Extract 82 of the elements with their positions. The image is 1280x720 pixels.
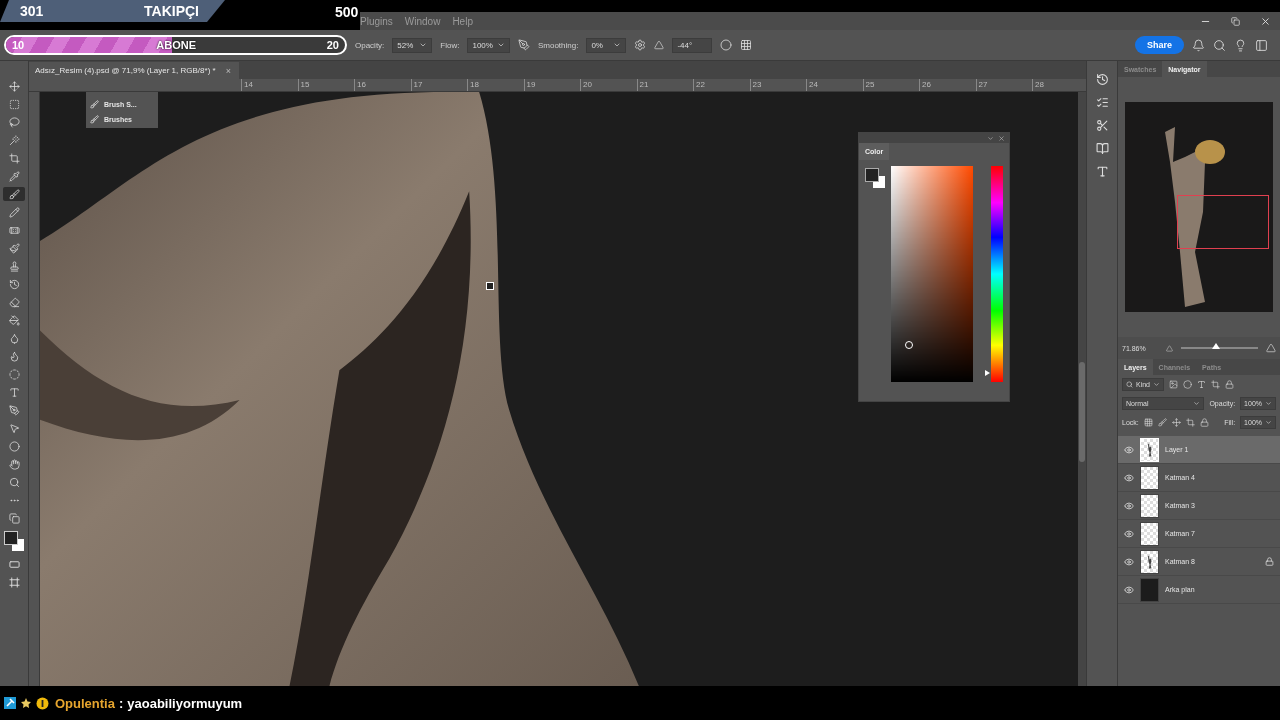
document-tab[interactable]: Adsız_Resim (4).psd @ 71,9% (Layer 1, RGB/8*) * × xyxy=(29,62,239,79)
ruler-number: 26 xyxy=(919,79,976,91)
restore-icon xyxy=(1230,16,1240,26)
document-title: Adsız_Resim (4).psd @ 71,9% (Layer 1, RGB/8*) * xyxy=(35,66,216,75)
zoom-slider-thumb[interactable] xyxy=(1211,343,1220,349)
book-icon[interactable] xyxy=(1095,142,1109,155)
brush-icon xyxy=(90,115,99,124)
ruler-number: 17 xyxy=(410,79,467,91)
ruler-number: 15 xyxy=(297,79,354,91)
ruler-number: 27 xyxy=(975,79,1032,91)
type-filter-icon xyxy=(1197,380,1206,389)
chevron-down-icon xyxy=(1153,381,1160,388)
ruler-number: 25 xyxy=(862,79,919,91)
opacity-field[interactable]: 52% xyxy=(392,37,433,53)
flow-field[interactable]: 100% xyxy=(467,37,510,53)
eye-icon[interactable] xyxy=(1124,444,1134,455)
search-icon xyxy=(1213,38,1226,52)
checklist-icon[interactable] xyxy=(1095,96,1109,109)
chat-message: yaoabiliyormuyum xyxy=(127,695,243,711)
chevron-down-icon xyxy=(1265,419,1272,426)
brush-cursor-icon xyxy=(486,282,494,290)
subscriber-start: 10 xyxy=(12,39,25,51)
lock-position-icon xyxy=(1171,418,1181,427)
ruler-number: 18 xyxy=(467,79,524,91)
chevron-down-icon xyxy=(1265,400,1272,407)
ruler-number: 24 xyxy=(806,79,863,91)
ruler-number: 19 xyxy=(523,79,580,91)
tab-close-button[interactable]: × xyxy=(225,65,231,76)
follower-count: 301 xyxy=(20,3,44,19)
chevron-down-icon xyxy=(613,41,622,49)
bell-icon xyxy=(1192,38,1205,52)
lock-all-icon xyxy=(1199,418,1209,427)
lock-artboard-icon xyxy=(1185,418,1195,427)
ruler-number: 23 xyxy=(749,79,806,91)
color-swatches-icon[interactable] xyxy=(4,531,24,551)
view-box[interactable] xyxy=(1177,195,1269,249)
lock-brush-icon xyxy=(1157,418,1167,427)
workspace-icon xyxy=(1255,38,1268,52)
smoothing-label: Smoothing: xyxy=(537,40,579,50)
coin-badge-icon xyxy=(36,696,49,710)
brush-icon xyxy=(90,100,99,109)
close-icon xyxy=(1259,15,1271,27)
eye-icon[interactable] xyxy=(1124,556,1134,567)
lightbulb-icon xyxy=(1234,38,1247,52)
angle-field[interactable]: -44° xyxy=(672,37,713,53)
collapse-icon[interactable] xyxy=(987,134,994,142)
ruler-number: 21 xyxy=(636,79,693,91)
chat-separator: : xyxy=(118,695,124,711)
opacity-label: Opacity: xyxy=(355,40,385,50)
lock-pixels-icon xyxy=(1143,418,1153,427)
subscriber-goal: 20 xyxy=(326,39,339,51)
chevron-down-icon xyxy=(419,41,428,49)
history-icon[interactable] xyxy=(1095,73,1109,86)
chevron-down-icon xyxy=(1193,400,1201,407)
hammer-badge-icon xyxy=(4,697,16,709)
color-field[interactable] xyxy=(890,166,974,382)
ruler-number: 16 xyxy=(354,79,411,91)
flow-label: Flow: xyxy=(440,40,460,50)
scissors-icon[interactable] xyxy=(1095,119,1109,132)
eye-icon[interactable] xyxy=(1124,528,1134,539)
star-badge-icon xyxy=(20,697,32,709)
settings-icon xyxy=(634,39,647,51)
scrollbar[interactable] xyxy=(1078,92,1086,686)
close-icon[interactable] xyxy=(998,134,1005,142)
smoothing-field[interactable]: 0% xyxy=(586,37,627,53)
eye-icon[interactable] xyxy=(1124,472,1134,483)
image-filter-icon xyxy=(1169,380,1178,389)
ruler-number: 22 xyxy=(693,79,750,91)
type-icon[interactable] xyxy=(1095,165,1109,178)
ruler-number: 14 xyxy=(241,79,298,91)
hue-slider-thumb[interactable] xyxy=(985,370,991,377)
search-icon xyxy=(1126,381,1133,388)
eye-icon[interactable] xyxy=(1124,500,1134,511)
chevron-down-icon xyxy=(496,41,505,49)
follower-goal: 500 xyxy=(335,4,359,20)
color-swatches-icon[interactable] xyxy=(865,168,885,188)
share-button[interactable]: Share xyxy=(1135,36,1184,54)
brush-icon[interactable] xyxy=(3,187,25,201)
follower-label: TAKIPÇI xyxy=(144,3,199,19)
ruler-number: 20 xyxy=(580,79,637,91)
eye-icon[interactable] xyxy=(1124,584,1134,595)
chat-username: Opulentia xyxy=(55,695,115,711)
